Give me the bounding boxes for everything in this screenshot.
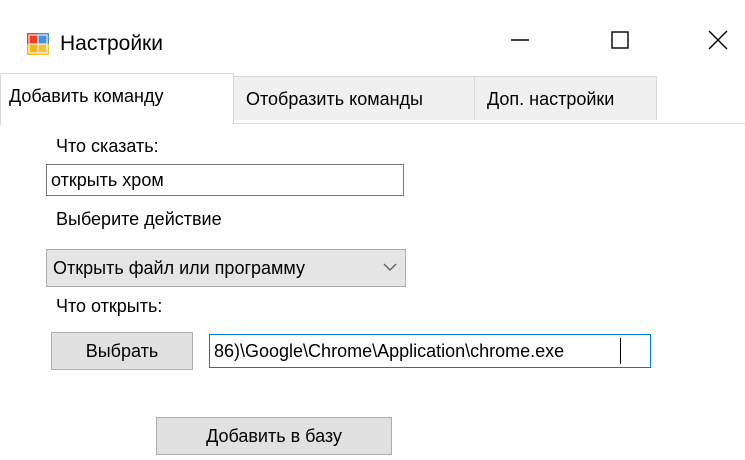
text-caret — [620, 338, 621, 364]
close-button[interactable] — [690, 14, 745, 66]
open-label: Что открыть: — [56, 296, 163, 316]
settings-app-icon — [27, 33, 49, 55]
tab-label: Добавить команду — [9, 86, 164, 106]
say-input[interactable]: открыть хром — [46, 164, 404, 196]
title-bar[interactable]: Настройки — [0, 0, 745, 66]
maximize-button[interactable] — [590, 14, 650, 66]
window-title: Настройки — [60, 32, 163, 55]
path-input[interactable]: 86)\Google\Chrome\Application\chrome.exe — [209, 334, 651, 368]
maximize-icon — [611, 31, 629, 49]
add-to-database-button[interactable]: Добавить в базу — [156, 417, 392, 455]
tab-show-commands[interactable]: Отобразить команды — [233, 76, 475, 120]
tab-label: Доп. настройки — [487, 89, 615, 109]
action-select[interactable]: Открыть файл или программу — [46, 249, 406, 287]
tab-panel-add-command: Что сказать: открыть хром Выберите дейст… — [0, 123, 745, 460]
minimize-button[interactable] — [490, 14, 550, 66]
tab-add-command[interactable]: Добавить команду — [0, 73, 234, 125]
tab-extra-settings[interactable]: Доп. настройки — [474, 76, 657, 120]
tab-strip: Добавить команду Отобразить команды Доп.… — [0, 66, 745, 125]
say-label: Что сказать: — [56, 136, 159, 156]
settings-window: Настройки Добавить команду Отобразить ко… — [0, 0, 745, 460]
say-input-value: открыть хром — [51, 170, 164, 190]
minimize-icon — [511, 39, 529, 41]
browse-button[interactable]: Выбрать — [51, 332, 193, 370]
tab-label: Отобразить команды — [246, 89, 423, 109]
action-select-value: Открыть файл или программу — [53, 258, 305, 278]
action-label: Выберите действие — [56, 209, 222, 229]
close-icon — [708, 30, 727, 50]
path-input-value: 86)\Google\Chrome\Application\chrome.exe — [214, 341, 565, 361]
chevron-down-icon — [383, 263, 397, 271]
